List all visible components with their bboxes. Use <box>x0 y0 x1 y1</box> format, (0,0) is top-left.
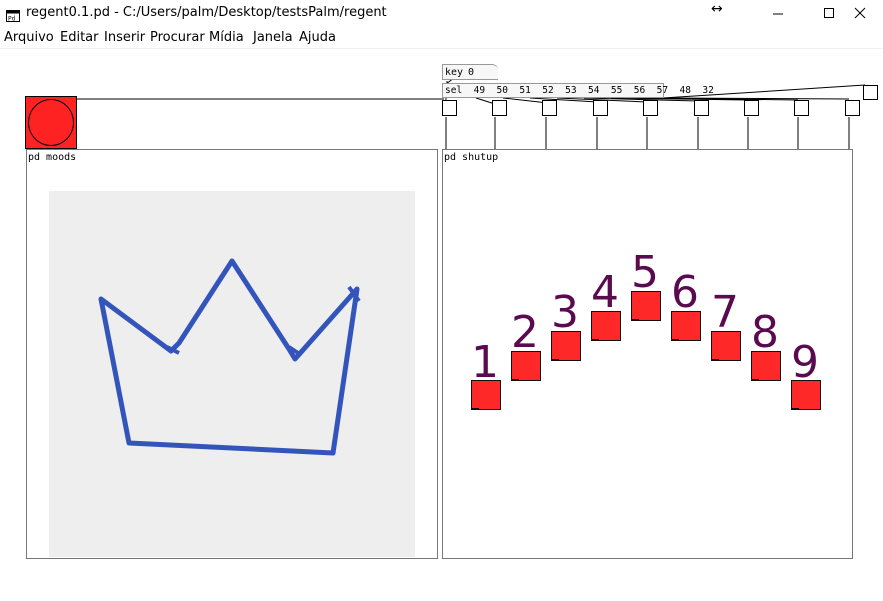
crown-image <box>49 191 415 557</box>
key-button-2[interactable] <box>511 351 541 381</box>
key-label-3: 3 <box>551 287 579 338</box>
key-button-5[interactable] <box>631 291 661 321</box>
key-label-2: 2 <box>511 307 539 358</box>
bang-9[interactable] <box>845 100 860 116</box>
key-label-6: 6 <box>671 267 699 318</box>
key-button-6[interactable] <box>671 311 701 341</box>
title-bar: Pd regent0.1.pd - C:/Users/palm/Desktop/… <box>0 0 883 26</box>
key-button-9[interactable] <box>791 380 821 410</box>
pd-app-icon: Pd <box>6 7 20 23</box>
key-button-1[interactable] <box>471 380 501 410</box>
key-label-8: 8 <box>751 307 779 358</box>
minimize-button[interactable] <box>755 0 801 26</box>
key-object[interactable]: key 0 <box>442 64 498 80</box>
svg-text:Pd: Pd <box>8 16 16 23</box>
crown-drawing-icon <box>49 191 415 557</box>
window-title: regent0.1.pd - C:/Users/palm/Desktop/tes… <box>26 5 387 20</box>
sel-object-label: sel 49 50 51 52 53 54 55 56 57 48 32 <box>445 85 714 96</box>
patch-canvas[interactable]: key 0 sel 49 50 51 52 53 54 55 56 57 48 … <box>0 49 883 601</box>
menu-midia[interactable]: Mídia <box>209 30 244 45</box>
menu-inserir[interactable]: Inserir <box>104 30 145 45</box>
bang-8[interactable] <box>794 100 809 116</box>
bang-6[interactable] <box>694 100 709 116</box>
pd-shutup-label: pd shutup <box>444 152 499 163</box>
key-button-3[interactable] <box>551 331 581 361</box>
bang-5[interactable] <box>643 100 658 116</box>
sel-object[interactable]: sel 49 50 51 52 53 54 55 56 57 48 32 <box>442 83 714 98</box>
close-button[interactable] <box>837 0 883 26</box>
menu-editar[interactable]: Editar <box>60 30 99 45</box>
key-number-box[interactable]: 0 <box>468 67 474 78</box>
key-button-4[interactable] <box>591 311 621 341</box>
bang-right[interactable] <box>863 85 878 100</box>
bang-2[interactable] <box>492 100 507 116</box>
resize-cursor-icon: ↔ <box>711 1 723 17</box>
moods-bang[interactable] <box>25 96 77 149</box>
bang-circle <box>28 99 74 146</box>
key-label-7: 7 <box>711 287 739 338</box>
menu-janela[interactable]: Janela <box>253 30 293 45</box>
bang-4[interactable] <box>593 100 608 116</box>
key-label-9: 9 <box>791 337 819 388</box>
key-button-7[interactable] <box>711 331 741 361</box>
bang-3[interactable] <box>542 100 557 116</box>
menu-ajuda[interactable]: Ajuda <box>299 30 336 45</box>
key-button-8[interactable] <box>751 351 781 381</box>
key-label-4: 4 <box>591 267 619 318</box>
bang-7[interactable] <box>744 100 759 116</box>
key-label-5: 5 <box>631 247 659 298</box>
menu-bar: Arquivo Editar Inserir Procurar Mídia Ja… <box>0 28 883 49</box>
pd-moods-label: pd moods <box>28 152 77 163</box>
bang-1[interactable] <box>442 100 457 116</box>
key-label-1: 1 <box>471 337 499 388</box>
key-object-label: key <box>445 67 464 78</box>
menu-procurar[interactable]: Procurar <box>150 30 205 45</box>
menu-arquivo[interactable]: Arquivo <box>4 30 54 45</box>
